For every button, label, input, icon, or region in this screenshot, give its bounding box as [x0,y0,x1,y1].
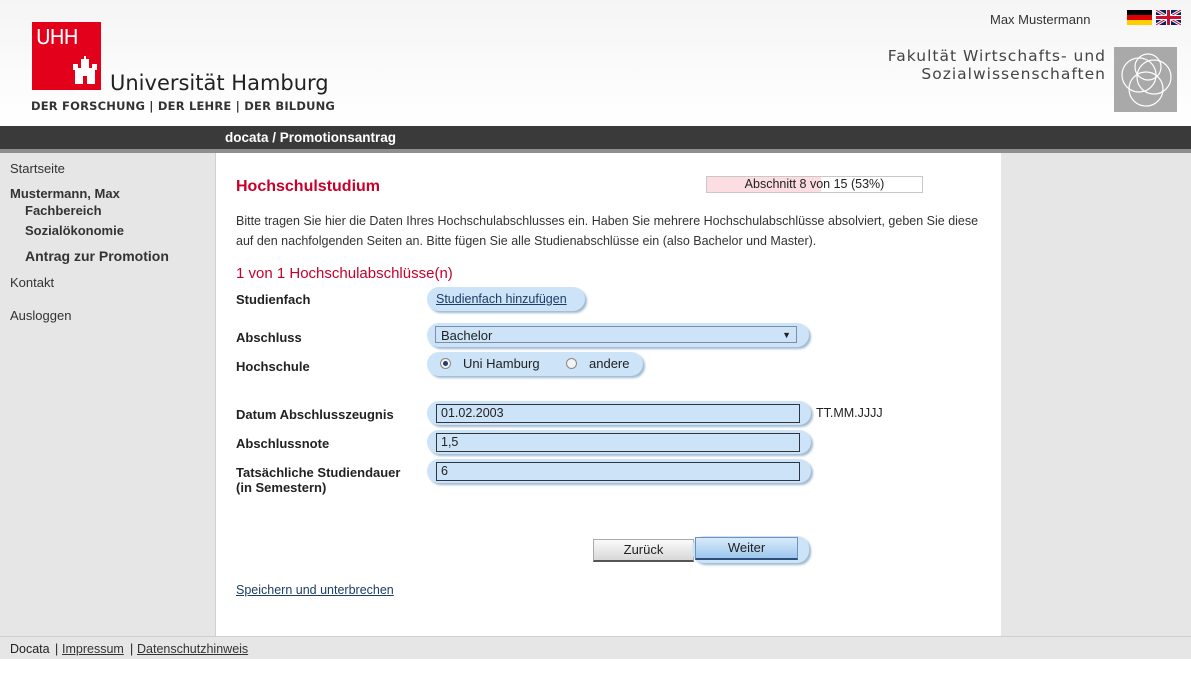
sidebar-department-label: Fachbereich [25,203,102,218]
main-content: Hochschulstudium Abschnitt 8 von 15 (53%… [215,153,1002,636]
duration-label: Tatsächliche Studiendauer (in Semestern) [236,465,400,495]
footer-app-name: Docata [10,642,50,656]
de-flag-icon[interactable] [1127,10,1152,25]
add-subject-link[interactable]: Studienfach hinzufügen [436,292,567,306]
university-claim: DER FORSCHUNG | DER LEHRE | DER BILDUNG [31,99,336,113]
faculty-name-line2: Sozialwissenschaften [921,65,1106,83]
date-format-hint: TT.MM.JJJJ [816,406,883,420]
subject-label: Studienfach [236,292,311,307]
sidebar-item-contact[interactable]: Kontakt [10,275,54,290]
date-label: Datum Abschlusszeugnis [236,407,394,422]
app-title-bar: docata / Promotionsantrag [0,126,1191,153]
degree-select-wrapper: Bachelor ▼ [427,323,809,347]
logo-letters: UHH [36,25,79,49]
right-column [1001,153,1191,636]
footer-separator-2: | [130,642,134,656]
degree-select[interactable]: Bachelor ▼ [435,326,797,343]
chevron-down-icon: ▼ [782,330,791,340]
footer-imprint-link[interactable]: Impressum [62,642,124,656]
uk-flag-graphic [1156,10,1181,25]
next-button-wrapper: Weiter [692,536,809,563]
duration-input[interactable]: 6 [436,462,800,481]
radio-other[interactable] [566,358,577,369]
user-name: Max Mustermann [990,12,1091,27]
castle-icon [73,56,97,84]
date-input[interactable]: 01.02.2003 [436,404,800,423]
app-title: docata / Promotionsantrag [225,130,397,145]
back-button[interactable]: Zurück [593,539,694,562]
degree-label: Abschluss [236,330,302,345]
radio-uni-hamburg-label[interactable]: Uni Hamburg [463,356,540,371]
page-header: UHH Universität Hamburg DER FORSCHUNG | … [0,0,1191,126]
faculty-circles-icon [1121,53,1172,107]
university-label: Hochschule [236,359,310,374]
date-field-wrapper: 01.02.2003 [427,401,811,425]
radio-uni-hamburg[interactable] [440,358,451,369]
page-title: Hochschulstudium [236,178,381,195]
degree-count-heading: 1 von 1 Hochschulabschlüsse(n) [236,265,453,282]
radio-other-label[interactable]: andere [589,356,629,371]
progress-text: Abschnitt 8 von 15 (53%) [744,177,885,191]
duration-field-wrapper: 6 [427,459,811,483]
save-and-pause-link[interactable]: Speichern und unterbrechen [236,583,394,597]
sidebar-item-home[interactable]: Startseite [10,161,65,176]
sidebar: Startseite Mustermann, Max Fachbereich S… [0,153,215,636]
en-flag-icon[interactable] [1156,10,1181,25]
sidebar-person-name: Mustermann, Max [10,186,120,201]
faculty-name: Fakultät Wirtschafts- und Sozialwissensc… [860,47,1106,83]
grade-field-wrapper: 1,5 [427,430,811,454]
university-name: Universität Hamburg [110,71,329,95]
grade-label: Abschlussnote [236,436,330,451]
footer-separator-1: | [55,642,59,656]
faculty-name-line1: Fakultät Wirtschafts- und [887,47,1106,65]
university-radio-group: Uni Hamburg andere [427,352,643,376]
faculty-logo [1114,47,1177,112]
duration-label-line2: (in Semestern) [236,480,327,495]
duration-label-line1: Tatsächliche Studiendauer [236,465,401,480]
add-subject-pill: Studienfach hinzufügen [427,287,585,311]
sidebar-item-application[interactable]: Antrag zur Promotion [25,248,169,264]
university-logo[interactable]: UHH [32,22,101,90]
grade-input[interactable]: 1,5 [436,433,800,452]
page-footer: Docata | Impressum | Datenschutzhinweis [0,636,1191,659]
section-progress: Abschnitt 8 von 15 (53%) [706,176,923,193]
degree-selected-value: Bachelor [441,328,493,343]
next-button[interactable]: Weiter [695,537,798,560]
footer-privacy-link[interactable]: Datenschutzhinweis [137,642,248,656]
intro-text: Bitte tragen Sie hier die Daten Ihres Ho… [236,214,979,248]
sidebar-item-logout[interactable]: Ausloggen [10,308,71,323]
sidebar-department-value: Sozialökonomie [25,223,124,238]
